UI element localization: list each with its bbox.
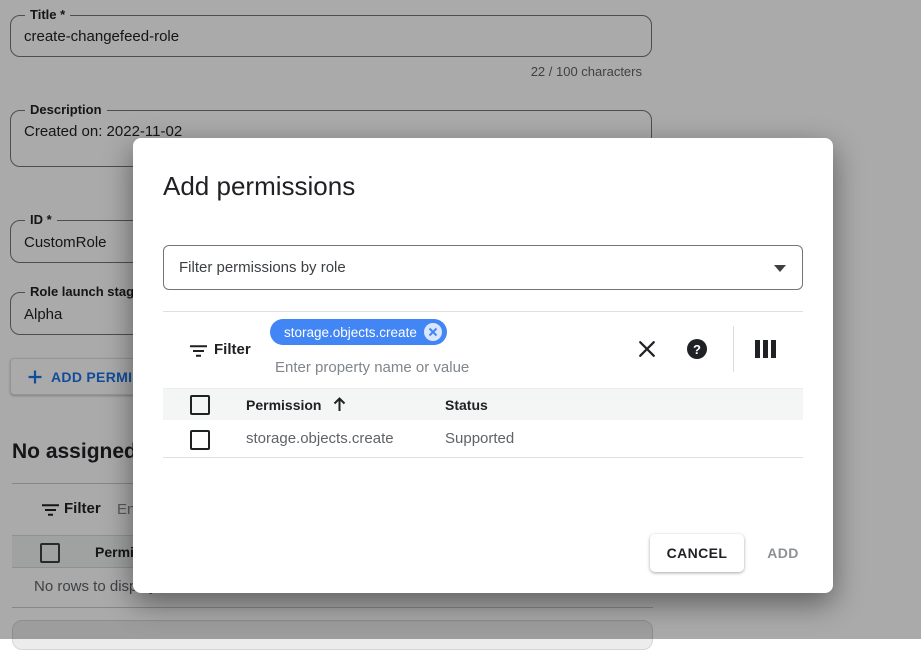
columns-icon[interactable] [755, 340, 776, 358]
modal-filter-input[interactable]: Enter property name or value [275, 359, 469, 376]
modal-table-header: Permission Status [163, 388, 803, 420]
table-row[interactable]: storage.objects.create Supported [163, 420, 803, 458]
role-filter-placeholder: Filter permissions by role [179, 259, 346, 276]
add-permissions-dialog: Add permissions Filter permissions by ro… [133, 138, 833, 593]
cell-status: Supported [445, 430, 514, 447]
filter-chip[interactable]: storage.objects.create [270, 319, 447, 345]
add-button[interactable]: ADD [757, 534, 809, 572]
filter-chip-label: storage.objects.create [284, 325, 417, 340]
divider [163, 311, 803, 312]
column-permission[interactable]: Permission [246, 397, 321, 413]
row-checkbox[interactable] [190, 430, 210, 450]
filter-icon [190, 344, 207, 362]
cell-permission: storage.objects.create [246, 430, 394, 447]
clear-filter-icon[interactable] [637, 339, 657, 359]
help-icon[interactable]: ? [687, 339, 707, 359]
filter-permissions-by-role-select[interactable]: Filter permissions by role [163, 245, 803, 290]
chevron-down-icon [774, 265, 786, 272]
divider [733, 326, 734, 372]
modal-filter-label[interactable]: Filter [214, 341, 251, 358]
column-status[interactable]: Status [445, 397, 488, 413]
dialog-title: Add permissions [163, 171, 355, 202]
select-all-checkbox[interactable] [190, 395, 210, 415]
sort-ascending-icon[interactable] [331, 396, 348, 418]
cancel-button[interactable]: CANCEL [650, 534, 744, 572]
chip-remove-icon[interactable] [424, 323, 442, 341]
